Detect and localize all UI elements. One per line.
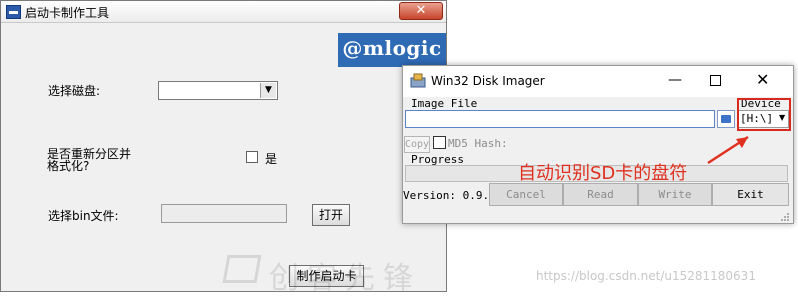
read-button[interactable]: Read: [563, 183, 638, 206]
open-button[interactable]: 打开: [312, 204, 350, 226]
md5-checkbox[interactable]: [433, 136, 446, 149]
imager-titlebar: Win32 Disk Imager — ✕: [403, 66, 793, 97]
write-button[interactable]: Write: [638, 183, 712, 206]
repartition-label: 是否重新分区并格式化?: [47, 147, 132, 173]
exit-button[interactable]: Exit: [712, 183, 789, 206]
md5-label: MD5 Hash:: [448, 137, 508, 150]
version-label: Version: 0.9.5: [403, 189, 496, 202]
image-file-label: Image File: [411, 97, 478, 110]
imager-window-title: Win32 Disk Imager: [431, 74, 545, 88]
annotation-text: 自动识别SD卡的盘符: [518, 163, 688, 184]
dropdown-arrow-icon[interactable]: ▼: [260, 83, 276, 98]
disk-select[interactable]: ▼: [158, 81, 278, 100]
burn-tool-window: 启动卡制作工具 ✕ @mlogic 选择磁盘: ▼ 是否重新分区并格式化? 是 …: [0, 0, 447, 292]
watermark: 创客先锋: [222, 253, 475, 296]
tool-titlebar: 启动卡制作工具 ✕: [1, 1, 446, 23]
disk-imager-icon: [410, 73, 426, 88]
maximize-icon[interactable]: [710, 75, 721, 86]
amlogic-logo: @mlogic: [338, 33, 446, 67]
minimize-icon[interactable]: —: [668, 72, 682, 88]
repartition-checkbox[interactable]: [246, 151, 258, 163]
bin-file-label: 选择bin文件:: [48, 209, 119, 223]
copy-button[interactable]: Copy: [404, 136, 430, 153]
watermark-logo-icon: [222, 255, 262, 283]
tool-window-title: 启动卡制作工具: [25, 6, 110, 20]
app-icon: [6, 5, 21, 19]
blog-url-watermark: https://blog.csdn.net/u15281180631: [536, 269, 756, 283]
disk-label: 选择磁盘:: [48, 84, 101, 98]
bin-file-input[interactable]: [161, 204, 287, 223]
repartition-option-label: 是: [265, 152, 278, 166]
watermark-text: 创客先锋: [269, 261, 421, 296]
tool-close-button[interactable]: ✕: [399, 2, 443, 20]
imager-close-icon[interactable]: ✕: [756, 70, 769, 89]
cancel-button[interactable]: Cancel: [489, 183, 563, 206]
amlogic-logo-text: @mlogic: [342, 36, 442, 60]
resize-grip-icon[interactable]: [780, 212, 790, 222]
